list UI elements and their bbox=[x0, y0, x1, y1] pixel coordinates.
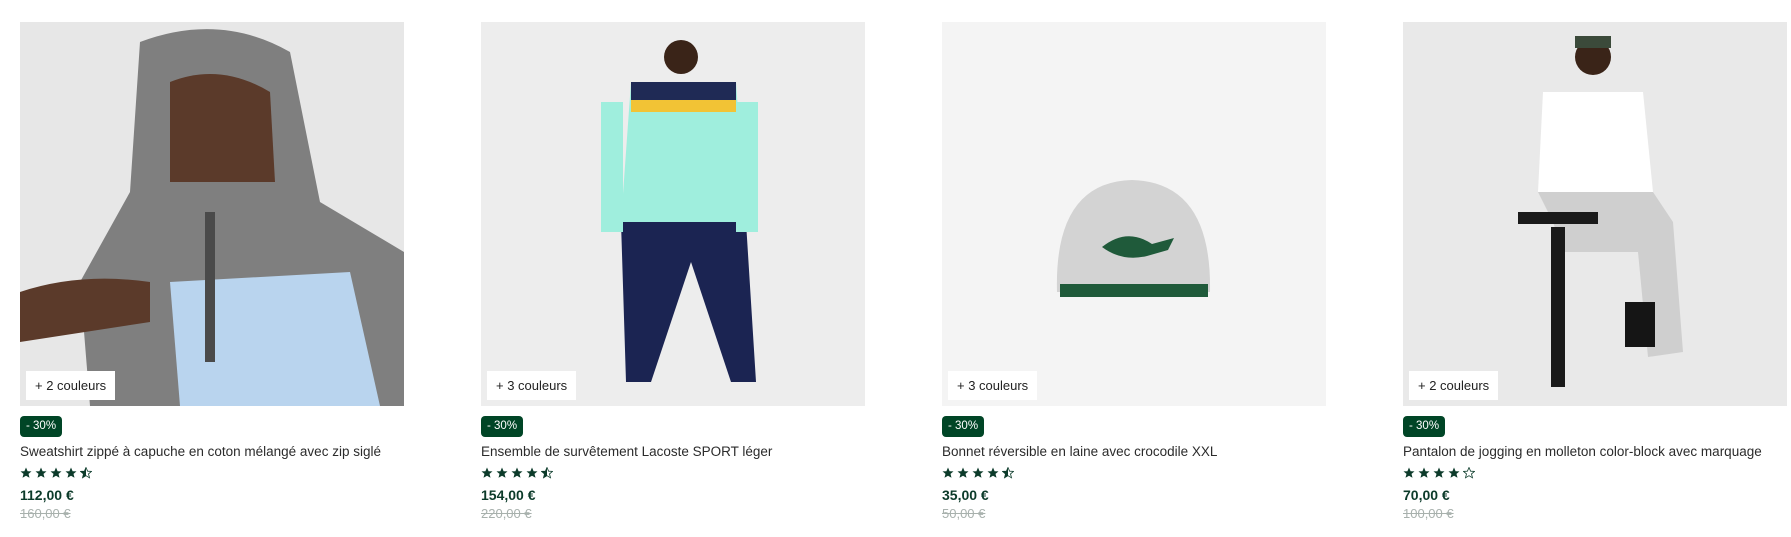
star-full-icon bbox=[972, 467, 984, 478]
star-full-icon bbox=[526, 467, 538, 478]
discount-badge: - 30% bbox=[481, 416, 524, 437]
original-price: 100,00 € bbox=[1403, 506, 1454, 521]
current-price: 70,00 € bbox=[1403, 487, 1450, 503]
product-image[interactable]: + 2 couleurs bbox=[1403, 22, 1787, 406]
rating-stars bbox=[942, 467, 1326, 481]
original-price: 220,00 € bbox=[481, 506, 532, 521]
more-colors-label[interactable]: + 2 couleurs bbox=[26, 371, 116, 400]
star-full-icon bbox=[1418, 467, 1430, 478]
star-half-icon bbox=[1002, 467, 1014, 479]
rating-stars bbox=[20, 467, 404, 481]
star-half-icon bbox=[541, 467, 553, 479]
discount-badge: - 30% bbox=[942, 416, 985, 437]
star-full-icon bbox=[496, 467, 508, 478]
product-card[interactable]: + 2 couleurs - 30% Pantalon de jogging e… bbox=[1403, 22, 1787, 521]
star-half-icon bbox=[80, 467, 92, 479]
product-title[interactable]: Pantalon de jogging en molleton color-bl… bbox=[1403, 444, 1787, 459]
more-colors-label[interactable]: + 3 couleurs bbox=[487, 371, 577, 400]
more-colors-label[interactable]: + 2 couleurs bbox=[1409, 371, 1499, 400]
star-full-icon bbox=[35, 467, 47, 478]
star-full-icon bbox=[987, 467, 999, 478]
star-full-icon bbox=[65, 467, 77, 478]
star-full-icon bbox=[20, 467, 32, 478]
star-full-icon bbox=[50, 467, 62, 478]
discount-badge: - 30% bbox=[1403, 416, 1446, 437]
star-full-icon bbox=[942, 467, 954, 478]
current-price: 154,00 € bbox=[481, 487, 536, 503]
product-image[interactable]: + 3 couleurs bbox=[942, 22, 1326, 406]
star-full-icon bbox=[481, 467, 493, 478]
current-price: 35,00 € bbox=[942, 487, 989, 503]
product-title[interactable]: Sweatshirt zippé à capuche en coton méla… bbox=[20, 444, 404, 459]
product-photo bbox=[1403, 22, 1787, 406]
product-card[interactable]: + 2 couleurs - 30% Sweatshirt zippé à ca… bbox=[20, 22, 404, 521]
star-full-icon bbox=[511, 467, 523, 478]
current-price: 112,00 € bbox=[20, 487, 74, 503]
product-photo bbox=[20, 22, 404, 406]
rating-stars bbox=[1403, 467, 1787, 481]
star-empty-icon bbox=[1463, 467, 1475, 479]
original-price: 50,00 € bbox=[942, 506, 986, 521]
product-grid: + 2 couleurs - 30% Sweatshirt zippé à ca… bbox=[0, 0, 1791, 537]
more-colors-label[interactable]: + 3 couleurs bbox=[948, 371, 1038, 400]
product-card[interactable]: + 3 couleurs - 30% Bonnet réversible en … bbox=[942, 22, 1326, 521]
rating-stars bbox=[481, 467, 865, 481]
star-full-icon bbox=[1448, 467, 1460, 478]
product-title[interactable]: Ensemble de survêtement Lacoste SPORT lé… bbox=[481, 444, 865, 459]
product-photo bbox=[481, 22, 865, 406]
star-full-icon bbox=[957, 467, 969, 478]
star-full-icon bbox=[1403, 467, 1415, 478]
product-image[interactable]: + 2 couleurs bbox=[20, 22, 404, 406]
product-image[interactable]: + 3 couleurs bbox=[481, 22, 865, 406]
product-photo bbox=[942, 22, 1326, 406]
product-card[interactable]: + 3 couleurs - 30% Ensemble de survêteme… bbox=[481, 22, 865, 521]
product-title[interactable]: Bonnet réversible en laine avec crocodil… bbox=[942, 444, 1326, 459]
original-price: 160,00 € bbox=[20, 506, 71, 521]
discount-badge: - 30% bbox=[20, 416, 63, 437]
star-full-icon bbox=[1433, 467, 1445, 478]
